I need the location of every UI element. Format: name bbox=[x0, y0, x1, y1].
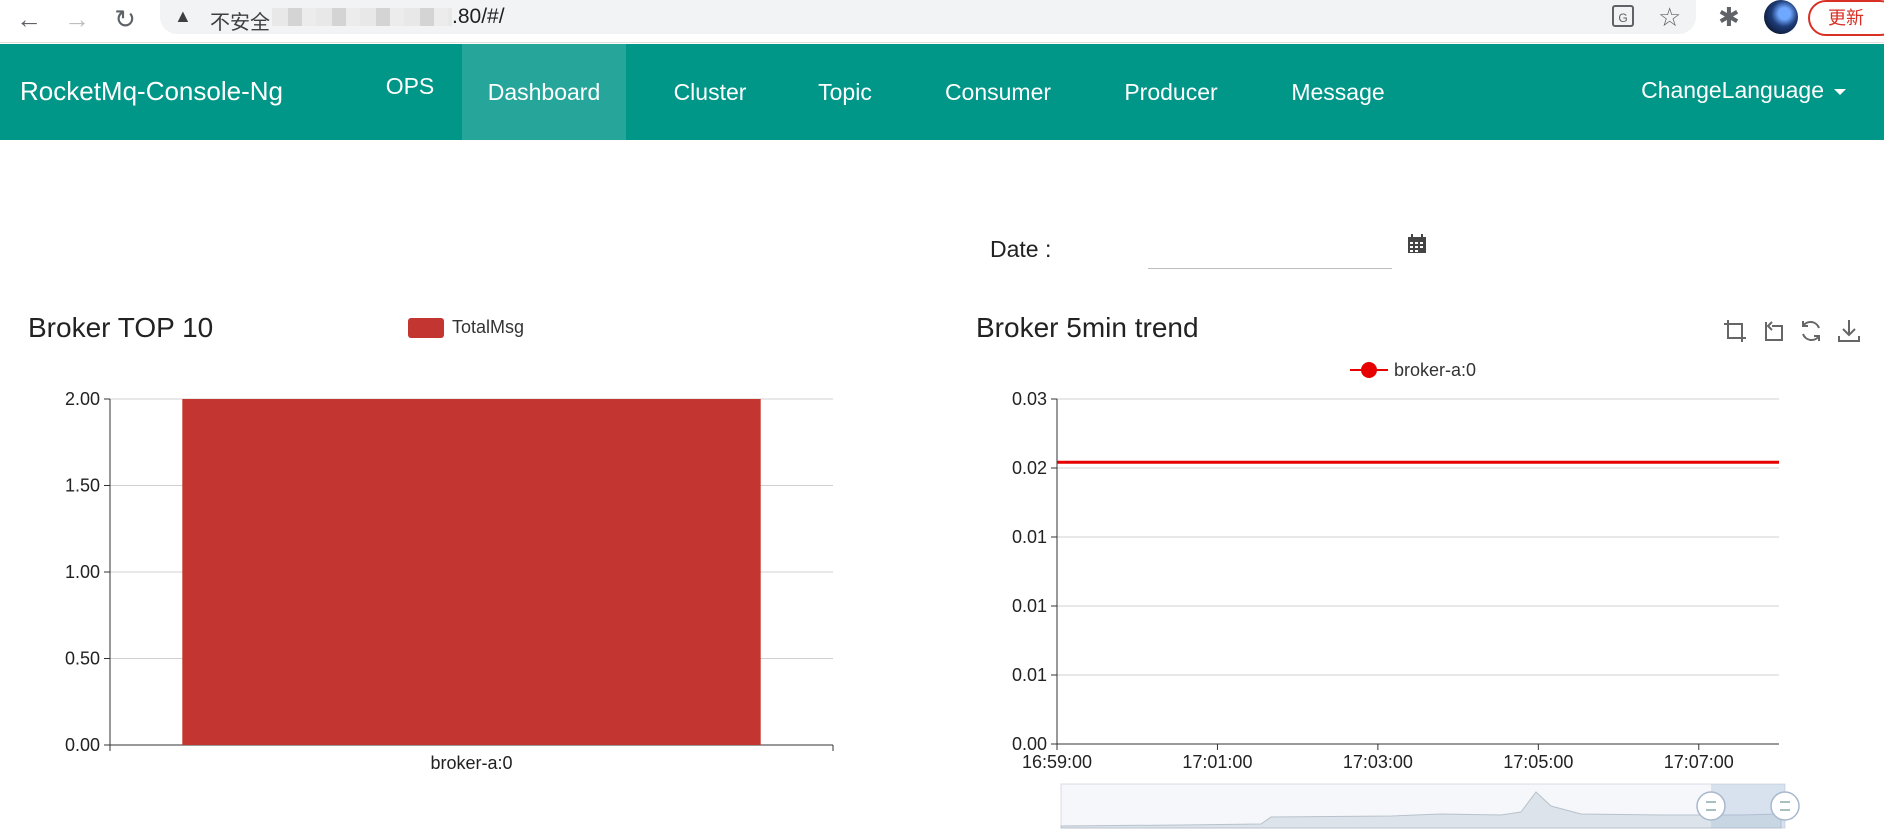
update-button[interactable]: 更新 bbox=[1808, 0, 1884, 36]
redacted-host bbox=[272, 8, 452, 26]
nav-item-ops[interactable]: OPS bbox=[352, 38, 468, 134]
x-tick-label: 17:03:00 bbox=[1343, 752, 1413, 772]
legend-label: broker-a:0 bbox=[1394, 360, 1476, 380]
y-tick-label: 0.02 bbox=[1012, 458, 1047, 478]
legend-swatch bbox=[408, 318, 444, 338]
nav-item-message[interactable]: Message bbox=[1278, 44, 1398, 140]
x-tick-label: 17:01:00 bbox=[1182, 752, 1252, 772]
avatar[interactable] bbox=[1764, 0, 1798, 34]
y-tick-label: 0.00 bbox=[1012, 734, 1047, 754]
brand-title[interactable]: RocketMq-Console-Ng bbox=[20, 76, 283, 107]
warning-icon: ▲ bbox=[174, 6, 192, 26]
y-tick-label: 0.01 bbox=[1012, 665, 1047, 685]
y-tick-label: 1.50 bbox=[65, 476, 100, 496]
x-tick-label: 17:07:00 bbox=[1664, 752, 1734, 772]
nav-item-producer[interactable]: Producer bbox=[1108, 44, 1234, 140]
calendar-icon[interactable] bbox=[1407, 234, 1427, 254]
extensions-icon[interactable]: ✱ bbox=[1718, 2, 1740, 33]
x-tick-label: 17:05:00 bbox=[1503, 752, 1573, 772]
y-tick-label: 0.03 bbox=[1012, 389, 1047, 409]
x-tick-label: broker-a:0 bbox=[430, 753, 512, 773]
bar bbox=[182, 399, 761, 745]
nav-item-dashboard[interactable]: Dashboard bbox=[462, 44, 626, 140]
y-tick-label: 1.00 bbox=[65, 562, 100, 582]
address-bar[interactable]: ▲ 不安全 .80/#/ G ☆ bbox=[160, 0, 1696, 34]
x-tick-label: 16:59:00 bbox=[1022, 752, 1092, 772]
y-tick-label: 0.01 bbox=[1012, 596, 1047, 616]
y-tick-label: 0.50 bbox=[65, 649, 100, 669]
translate-icon[interactable]: G bbox=[1612, 5, 1634, 27]
bookmark-star-icon[interactable]: ☆ bbox=[1658, 2, 1681, 33]
app-navbar: RocketMq-Console-Ng OPS Dashboard Cluste… bbox=[0, 44, 1884, 140]
update-label: 更新 bbox=[1828, 8, 1864, 28]
nav-item-cluster[interactable]: Cluster bbox=[656, 44, 764, 140]
date-label: Date : bbox=[990, 236, 1052, 262]
change-language-dropdown[interactable]: ChangeLanguage bbox=[1641, 77, 1846, 104]
change-language-label: ChangeLanguage bbox=[1641, 77, 1824, 103]
caret-down-icon bbox=[1834, 88, 1846, 95]
nav-item-topic[interactable]: Topic bbox=[800, 44, 890, 140]
legend-label: TotalMsg bbox=[452, 317, 524, 337]
y-tick-label: 0.00 bbox=[65, 735, 100, 755]
reload-icon[interactable]: ↻ bbox=[110, 4, 140, 34]
bar-chart: TotalMsg 0.00 0.50 1.00 1.50 2.00 broker-a:0 bbox=[65, 317, 834, 773]
browser-toolbar: ← → ↻ ▲ 不安全 .80/#/ G ☆ ✱ 更新 bbox=[0, 0, 1884, 43]
handle-knob bbox=[1696, 791, 1726, 821]
legend-marker bbox=[1361, 362, 1377, 378]
security-label: 不安全 bbox=[210, 12, 270, 34]
y-tick-label: 2.00 bbox=[65, 389, 100, 409]
data-zoom-handle[interactable] bbox=[1770, 791, 1800, 821]
line-chart: broker-a:0 0.00 0.01 0.01 0.01 0.02 0.03 16:59:… bbox=[1012, 360, 1800, 829]
back-icon[interactable]: ← bbox=[14, 4, 44, 34]
data-zoom-handle[interactable] bbox=[1696, 791, 1726, 821]
date-input[interactable] bbox=[1148, 236, 1392, 269]
forward-icon[interactable]: → bbox=[62, 4, 92, 34]
y-tick-label: 0.01 bbox=[1012, 527, 1047, 547]
nav-item-consumer[interactable]: Consumer bbox=[928, 44, 1068, 140]
handle-knob bbox=[1770, 791, 1800, 821]
url-text: .80/#/ bbox=[452, 5, 505, 28]
